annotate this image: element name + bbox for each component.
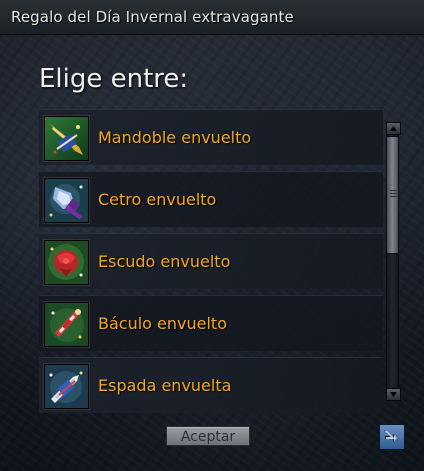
- list-scrollbar[interactable]: [385, 122, 401, 402]
- corner-arrow-icon: [384, 430, 397, 442]
- list-item-sword[interactable]: Espada envuelta: [39, 357, 383, 413]
- wrapped-sword-icon: [44, 364, 89, 409]
- list-item-staff[interactable]: Báculo envuelto: [39, 295, 383, 351]
- scroll-up-button[interactable]: [386, 122, 401, 135]
- wrapped-greatsword-icon: [44, 116, 89, 161]
- grip-icon: [390, 190, 397, 198]
- list-item-scepter[interactable]: Cetro envuelto: [39, 171, 383, 227]
- item-label-sword: Espada envuelta: [98, 376, 232, 395]
- scrollbar-thumb[interactable]: [386, 136, 399, 254]
- item-label-greatsword: Mandoble envuelto: [98, 128, 252, 147]
- title-bar: Regalo del Día Invernal extravagante: [0, 0, 424, 35]
- choose-heading: Elige entre:: [39, 64, 189, 94]
- wrapped-shield-icon: [44, 240, 89, 285]
- dialog-window: Regalo del Día Invernal extravagante Eli…: [0, 0, 424, 471]
- list-item-greatsword[interactable]: Mandoble envuelto: [39, 109, 383, 165]
- wrapped-scepter-icon: [44, 178, 89, 223]
- arrow-up-icon: [390, 126, 397, 131]
- wrapped-staff-icon: [44, 302, 89, 347]
- item-label-scepter: Cetro envuelto: [98, 190, 217, 209]
- arrow-down-icon: [390, 392, 397, 397]
- list-item-shield[interactable]: Escudo envuelto: [39, 233, 383, 289]
- item-label-staff: Báculo envuelto: [98, 314, 227, 333]
- scroll-down-button[interactable]: [386, 388, 401, 401]
- resize-corner-button[interactable]: [379, 424, 405, 450]
- window-title: Regalo del Día Invernal extravagante: [11, 8, 294, 26]
- accept-button[interactable]: Aceptar: [166, 426, 250, 446]
- item-label-shield: Escudo envuelto: [98, 252, 231, 271]
- choice-list: Mandoble envuelto Cetro envuelto Escudo …: [39, 109, 383, 413]
